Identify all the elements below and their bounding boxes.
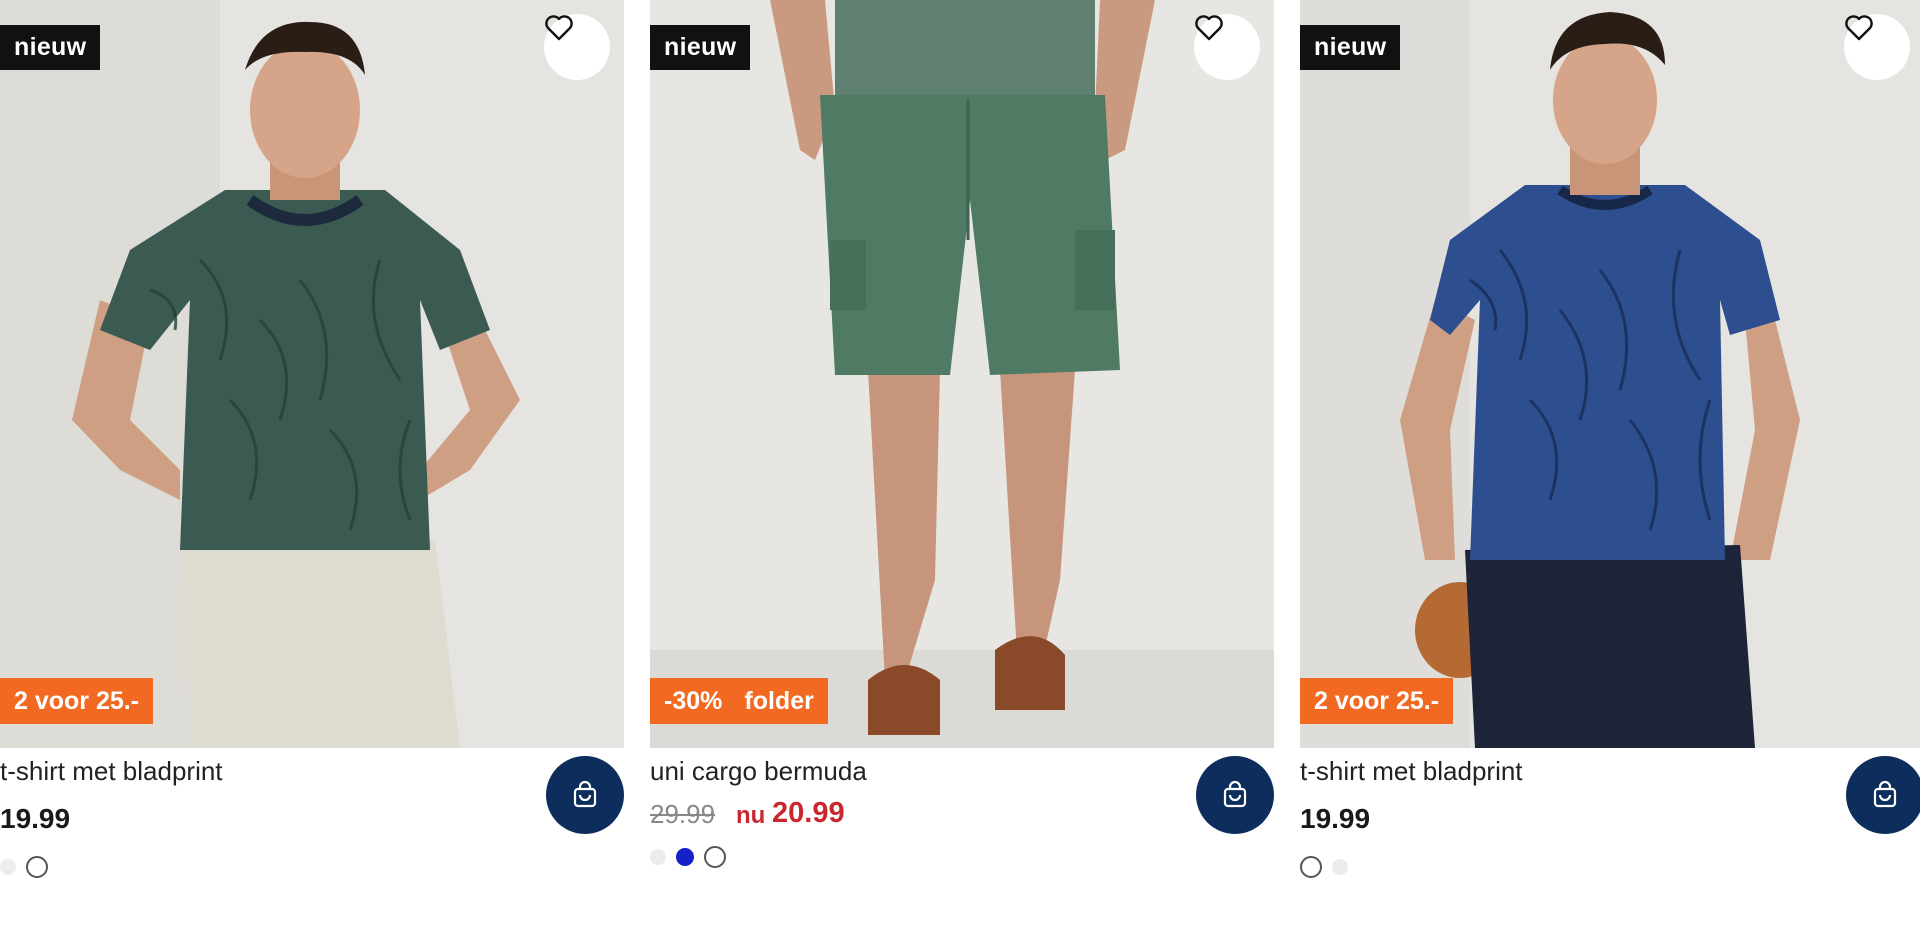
promo-badge: -30% folder [650, 678, 828, 724]
product-title[interactable]: t-shirt met bladprint [1300, 756, 1523, 787]
new-badge: nieuw [0, 25, 101, 70]
color-swatches [650, 845, 726, 869]
color-swatch-white[interactable] [704, 846, 726, 868]
promo-badge: 2 voor 25.- [1300, 678, 1454, 724]
color-swatch-blue[interactable] [676, 848, 694, 866]
product-price: 19.99 [1300, 803, 1371, 834]
product-image[interactable]: nieuw 2 voor 25.- [1300, 0, 1920, 748]
product-image[interactable]: nieuw 2 voor 25.- [0, 0, 624, 748]
add-to-cart-button[interactable] [1846, 756, 1920, 834]
color-swatch-white[interactable] [26, 856, 48, 878]
new-badge: nieuw [650, 25, 751, 70]
product-price-now-label: nu [736, 802, 766, 829]
add-to-cart-button[interactable] [546, 756, 624, 834]
product-grid: nieuw 2 voor 25.- t-shirt met bladprint … [0, 0, 1920, 940]
product-card[interactable]: nieuw -30% folder uni cargo bermuda 29.99… [650, 0, 1274, 940]
favorite-button[interactable] [544, 14, 610, 80]
product-card[interactable]: nieuw 2 voor 25.- t-shirt met bladprint … [0, 0, 624, 940]
product-photo-tshirt-green [0, 0, 624, 748]
product-title[interactable]: uni cargo bermuda [650, 756, 867, 787]
color-swatches [1300, 855, 1348, 879]
product-price-old: 29.99 [650, 799, 716, 829]
shopping-bag-icon [1873, 780, 1897, 808]
promo-folder: folder [744, 687, 814, 715]
product-card[interactable]: nieuw 2 voor 25.- t-shirt met bladprint … [1300, 0, 1920, 940]
product-price: 19.99 [0, 803, 71, 834]
product-photo-cargo-shorts [650, 0, 1274, 748]
product-image[interactable]: nieuw -30% folder [650, 0, 1274, 748]
product-photo-tshirt-blue [1300, 0, 1920, 748]
color-swatch-white[interactable] [1300, 856, 1322, 878]
color-swatches [0, 855, 48, 879]
color-swatch-light-grey[interactable] [650, 849, 666, 865]
new-badge: nieuw [1300, 25, 1401, 70]
add-to-cart-button[interactable] [1196, 756, 1274, 834]
color-swatch-light-grey[interactable] [0, 859, 16, 875]
favorite-button[interactable] [1844, 14, 1910, 80]
shopping-bag-icon [1223, 780, 1247, 808]
product-price-now: 20.99 [772, 797, 845, 829]
heart-icon [545, 15, 573, 41]
favorite-button[interactable] [1194, 14, 1260, 80]
heart-icon [1195, 15, 1223, 41]
promo-badge: 2 voor 25.- [0, 678, 154, 724]
promo-discount: -30% [664, 687, 723, 715]
color-swatch-light-grey[interactable] [1332, 859, 1348, 875]
heart-icon [1845, 15, 1873, 41]
product-title[interactable]: t-shirt met bladprint [0, 756, 223, 787]
shopping-bag-icon [573, 780, 597, 808]
